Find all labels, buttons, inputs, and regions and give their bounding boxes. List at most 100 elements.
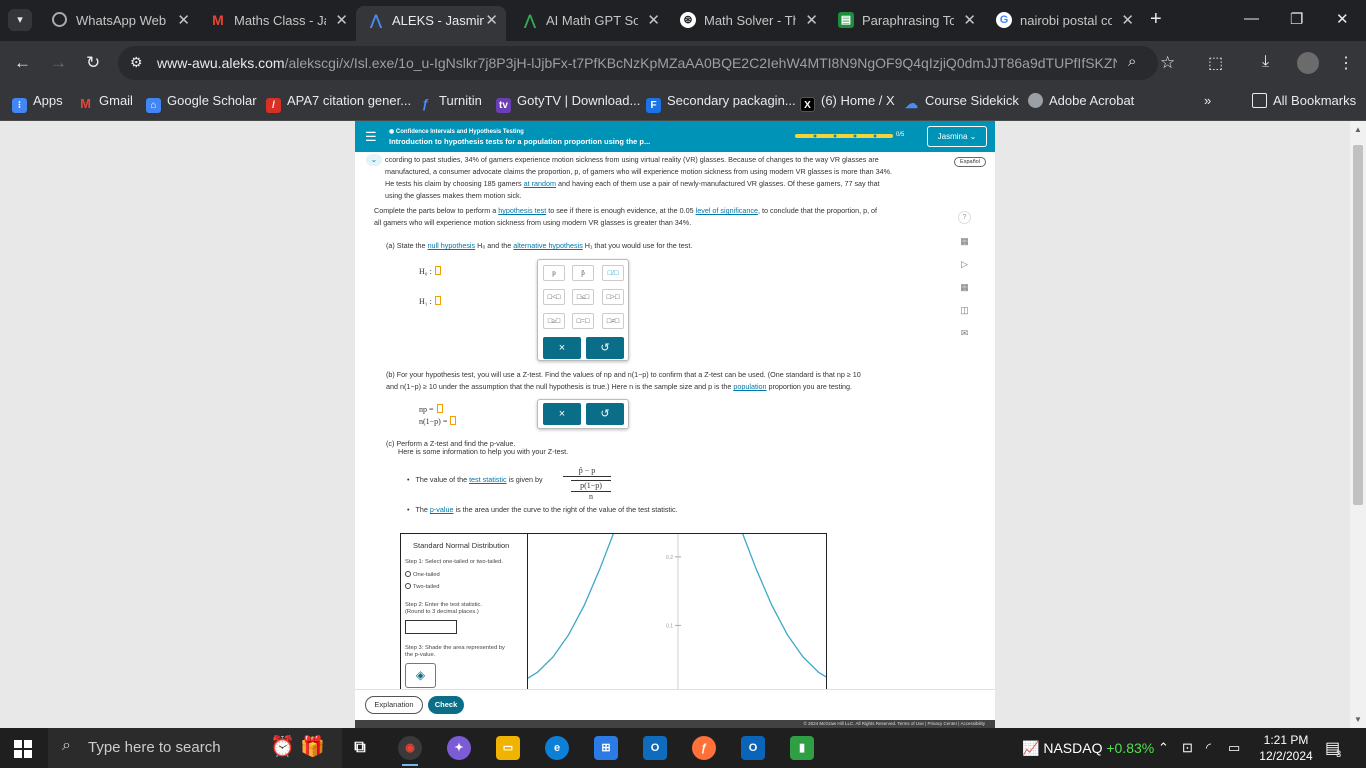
tab-aleks[interactable]: ⋀ ALEKS - Jasmina ✕ [356, 6, 506, 41]
bookmark-google-scholar[interactable]: ⌂ Google Scholar [146, 93, 257, 113]
bookmark-apps[interactable]: ⁝ Apps [12, 93, 63, 113]
check-button[interactable]: Check [428, 696, 464, 714]
clock-widget-icon[interactable]: ⏰ [270, 734, 295, 759]
explanation-button[interactable]: Explanation [365, 696, 423, 714]
extensions-icon[interactable]: ⬚ [1208, 53, 1223, 73]
test-statistic-link[interactable]: test statistic [469, 475, 507, 484]
tab-whatsapp[interactable]: WhatsApp Web ✕ [40, 6, 198, 35]
scroll-up-icon[interactable]: ▲ [1354, 125, 1362, 134]
bookmark-x-home[interactable]: X (6) Home / X [800, 93, 895, 112]
zoom-icon[interactable]: ⌕ [1128, 53, 1136, 70]
two-tailed-option[interactable]: Two-tailed [405, 583, 439, 591]
hypothesis-test-link[interactable]: hypothesis test [498, 206, 546, 215]
taskbar-search[interactable]: ⌕ Type here to search ⏰ 🎁 [48, 728, 342, 768]
shade-area-button[interactable]: ◈ [405, 663, 436, 688]
scroll-thumb[interactable] [1353, 145, 1363, 505]
edge-icon[interactable]: e [545, 736, 569, 760]
app-icon[interactable]: ▮ [790, 736, 814, 760]
np-input[interactable] [436, 404, 443, 413]
null-hypothesis-link[interactable]: null hypothesis [428, 241, 476, 250]
wifi-icon[interactable]: ◜ [1206, 740, 1211, 756]
system-clock[interactable]: 1:21 PM 12/2/2024 [1250, 732, 1322, 764]
windows-start-icon[interactable] [14, 740, 32, 758]
n1p-input[interactable] [450, 416, 457, 425]
tab-paraphrasing[interactable]: ▤ Paraphrasing To ✕ [826, 6, 984, 35]
downloads-icon[interactable]: ⤓ [1262, 53, 1269, 71]
bookmark-gmail[interactable]: M Gmail [78, 93, 133, 111]
reload-icon[interactable]: ↻ [86, 53, 100, 73]
bookmark-secondary-packaging[interactable]: F Secondary packagin... [646, 93, 796, 113]
h1-input[interactable] [434, 296, 441, 305]
all-bookmarks[interactable]: All Bookmarks [1252, 93, 1356, 108]
outlook-new-icon[interactable]: O [643, 736, 667, 760]
one-tailed-option[interactable]: One-tailed [405, 571, 440, 579]
firefox-icon[interactable]: ƒ [692, 736, 716, 760]
level-of-significance-link[interactable]: level of significance [696, 206, 758, 215]
tab-ai-math[interactable]: ⋀ AI Math GPT Sol ✕ [510, 6, 668, 35]
omnibox[interactable]: ⚙ www-awu.aleks.com/alekscgi/x/Isl.exe/1… [118, 46, 1158, 80]
espanol-button[interactable]: Español [954, 157, 986, 167]
close-tab-icon[interactable]: ✕ [1121, 11, 1134, 29]
restore-icon[interactable]: ❐ [1290, 10, 1303, 28]
key-less-than[interactable]: □<□ [543, 289, 565, 305]
tab-maths-class[interactable]: M Maths Class - Ja ✕ [198, 6, 356, 35]
close-tab-icon[interactable]: ✕ [647, 11, 660, 29]
undo-button[interactable]: ↺ [586, 403, 624, 425]
camera-icon[interactable]: ⊡ [1182, 740, 1193, 756]
chrome-taskbar-icon[interactable]: ◉ [398, 736, 422, 766]
p-value-link[interactable]: p-value [430, 505, 454, 514]
battery-icon[interactable]: ▭ [1228, 740, 1240, 756]
key-less-equal[interactable]: □≤□ [572, 289, 594, 305]
tray-chevron-icon[interactable]: ⌃ [1158, 740, 1169, 756]
key-greater-than[interactable]: □>□ [602, 289, 624, 305]
url-text[interactable]: www-awu.aleks.com/alekscgi/x/Isl.exe/1o_… [157, 55, 1117, 71]
collapse-chevron-icon[interactable]: ⌄ [366, 154, 382, 166]
back-icon[interactable]: ← [14, 53, 31, 73]
mail-icon[interactable]: ✉ [959, 328, 970, 339]
new-tab-button[interactable]: + [1150, 8, 1162, 31]
bookmark-course-sidekick[interactable]: ☁ Course Sidekick [904, 93, 1019, 111]
key-fraction[interactable]: □/□ [602, 265, 624, 281]
video-icon[interactable]: ▷ [959, 259, 970, 270]
close-tab-icon[interactable]: ✕ [485, 11, 498, 29]
bookmark-turnitin[interactable]: ƒ Turnitin [418, 93, 482, 111]
outlook-icon[interactable]: O [741, 736, 765, 760]
menu-icon[interactable]: ⋮ [1338, 53, 1354, 73]
key-equal[interactable]: □=□ [572, 313, 594, 329]
undo-button[interactable]: ↺ [586, 337, 624, 359]
scroll-down-icon[interactable]: ▼ [1354, 715, 1362, 724]
population-link[interactable]: population [733, 382, 766, 391]
close-window-icon[interactable]: ✕ [1336, 10, 1349, 28]
gift-icon[interactable]: 🎁 [300, 734, 325, 759]
calculator-icon[interactable]: ▦ [959, 236, 970, 247]
copilot-icon[interactable]: ✦ [447, 736, 471, 760]
tab-google-search[interactable]: G nairobi postal co ✕ [984, 6, 1142, 35]
alternative-hypothesis-link[interactable]: alternative hypothesis [513, 241, 583, 250]
bookmark-star-icon[interactable]: ☆ [1160, 53, 1175, 73]
key-greater-equal[interactable]: □≥□ [543, 313, 565, 329]
close-tab-icon[interactable]: ✕ [335, 11, 348, 29]
at-random-link[interactable]: at random [524, 179, 556, 188]
bookmark-gotytv[interactable]: tv GotyTV | Download... [496, 93, 640, 113]
test-statistic-input[interactable] [405, 620, 457, 634]
data-table-icon[interactable]: ▦ [959, 282, 970, 293]
h0-input[interactable] [434, 266, 441, 275]
close-tab-icon[interactable]: ✕ [805, 11, 818, 29]
store-icon[interactable]: ⊞ [594, 736, 618, 760]
clear-button[interactable]: × [543, 337, 581, 359]
file-explorer-icon[interactable]: ▭ [496, 736, 520, 760]
notifications-icon[interactable]: ▤3 [1325, 738, 1345, 759]
bookmark-adobe-acrobat[interactable]: Adobe Acrobat [1028, 93, 1134, 108]
page-scrollbar[interactable]: ▲ ▼ [1350, 121, 1366, 728]
help-icon[interactable]: ? [958, 211, 971, 224]
site-settings-icon[interactable]: ⚙ [130, 54, 143, 71]
clear-button[interactable]: × [543, 403, 581, 425]
more-bookmarks-icon[interactable]: » [1204, 93, 1211, 108]
minimize-icon[interactable]: — [1244, 10, 1259, 27]
hamburger-menu-icon[interactable]: ☰ [365, 129, 377, 145]
stock-widget[interactable]: 📈 NASDAQ +0.83% [1022, 740, 1154, 757]
bookmark-apa7[interactable]: / APA7 citation gener... [266, 93, 411, 113]
tab-math-solver[interactable]: ⊛ Math Solver - Th ✕ [668, 6, 826, 35]
tab-search-icon[interactable]: ▾ [8, 9, 32, 31]
chart-icon[interactable]: ◫ [959, 305, 970, 316]
